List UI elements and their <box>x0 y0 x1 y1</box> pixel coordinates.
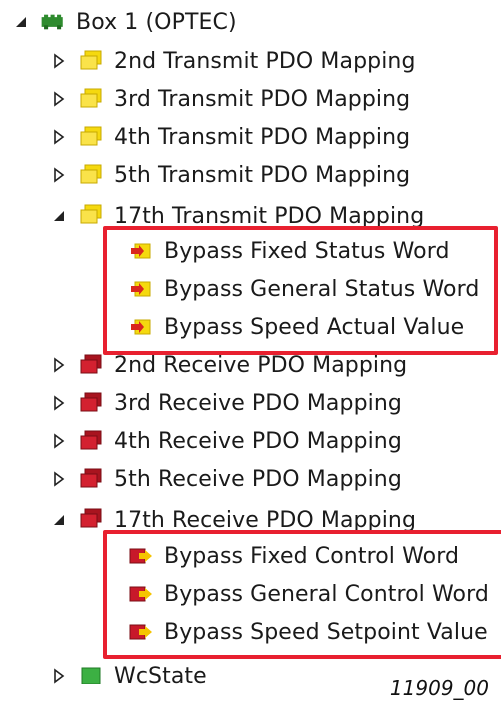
tree-leaf-label: Bypass Speed Setpoint Value <box>164 619 488 645</box>
tree-node-4th-receive-pdo[interactable]: 4th Receive PDO Mapping <box>48 423 402 459</box>
tree-leaf-bypass-general-status-word[interactable]: Bypass General Status Word <box>128 271 479 307</box>
io-tree-screenshot: { "tree": { "root": { "label": "Box 1 (O… <box>0 0 501 703</box>
tree-node-wcstate[interactable]: WcState <box>48 660 207 684</box>
tree-leaf-label: Bypass Fixed Control Word <box>164 543 460 569</box>
expand-arrow-icon[interactable] <box>48 392 70 414</box>
tree-node-5th-receive-pdo[interactable]: 5th Receive PDO Mapping <box>48 461 402 497</box>
tree-node-label: 4th Receive PDO Mapping <box>114 428 402 454</box>
tree-node-label: WcState <box>114 663 207 685</box>
tree-node-5th-transmit-pdo[interactable]: 5th Transmit PDO Mapping <box>48 157 410 193</box>
tree-node-label: 2nd Transmit PDO Mapping <box>114 48 416 74</box>
output-variable-icon <box>128 621 154 643</box>
tree-leaf-label: Bypass Fixed Status Word <box>164 238 450 264</box>
yellow-transmit-pdo-icon <box>78 126 104 148</box>
figure-id: 11909_00 <box>389 676 489 700</box>
expand-arrow-icon[interactable] <box>48 88 70 110</box>
red-receive-pdo-icon <box>78 508 104 530</box>
expand-arrow-icon[interactable] <box>48 468 70 490</box>
tree-leaf-label: Bypass Speed Actual Value <box>164 314 465 340</box>
expand-arrow-icon[interactable] <box>48 50 70 72</box>
output-variable-icon <box>128 545 154 567</box>
tree-leaf-bypass-fixed-control-word[interactable]: Bypass Fixed Control Word <box>128 538 459 574</box>
collapse-arrow-icon[interactable] <box>48 509 70 531</box>
tree-node-label: 5th Transmit PDO Mapping <box>114 162 411 188</box>
tree-node-label: 2nd Receive PDO Mapping <box>114 352 408 378</box>
tree-node-label: 17th Transmit PDO Mapping <box>114 204 425 228</box>
tree-leaf-bypass-fixed-status-word[interactable]: Bypass Fixed Status Word <box>128 233 450 269</box>
expand-arrow-icon[interactable] <box>48 164 70 186</box>
tree-node-4th-transmit-pdo[interactable]: 4th Transmit PDO Mapping <box>48 119 410 155</box>
tree-node-2nd-transmit-pdo[interactable]: 2nd Transmit PDO Mapping <box>48 43 416 79</box>
yellow-transmit-pdo-icon <box>78 88 104 110</box>
tree-leaf-bypass-general-control-word[interactable]: Bypass General Control Word <box>128 576 489 612</box>
red-receive-pdo-icon <box>78 430 104 452</box>
red-receive-pdo-icon <box>78 354 104 376</box>
tree-node-2nd-receive-pdo[interactable]: 2nd Receive PDO Mapping <box>48 347 407 383</box>
green-box-icon <box>40 11 66 33</box>
expand-arrow-icon[interactable] <box>48 665 70 684</box>
input-variable-icon <box>128 316 154 338</box>
tree-leaf-bypass-speed-setpoint-value[interactable]: Bypass Speed Setpoint Value <box>128 614 488 650</box>
tree-node-label: 3rd Transmit PDO Mapping <box>114 86 411 112</box>
input-variable-icon <box>128 240 154 262</box>
tree-node-label: Box 1 (OPTEC) <box>76 9 237 35</box>
tree-node-3rd-transmit-pdo[interactable]: 3rd Transmit PDO Mapping <box>48 81 410 117</box>
output-variable-icon <box>128 583 154 605</box>
tree-leaf-label: Bypass General Status Word <box>164 276 480 302</box>
tree-node-label: 3rd Receive PDO Mapping <box>114 390 402 416</box>
collapse-arrow-icon[interactable] <box>48 205 70 227</box>
tree-node-label: 5th Receive PDO Mapping <box>114 466 402 492</box>
tree-leaf-label: Bypass General Control Word <box>164 581 489 607</box>
tree-node-box1[interactable]: Box 1 (OPTEC) <box>10 4 237 40</box>
tree-node-17th-receive-pdo[interactable]: 17th Receive PDO Mapping <box>48 508 416 532</box>
tree-node-3rd-receive-pdo[interactable]: 3rd Receive PDO Mapping <box>48 385 402 421</box>
tree-leaf-bypass-speed-actual-value[interactable]: Bypass Speed Actual Value <box>128 309 464 345</box>
red-receive-pdo-icon <box>78 468 104 490</box>
yellow-transmit-pdo-icon <box>78 204 104 226</box>
tree-node-17th-transmit-pdo[interactable]: 17th Transmit PDO Mapping <box>48 204 424 228</box>
expand-arrow-icon[interactable] <box>48 354 70 376</box>
green-wcstate-icon <box>78 665 104 684</box>
expand-arrow-icon[interactable] <box>48 126 70 148</box>
tree-node-label: 17th Receive PDO Mapping <box>114 508 417 532</box>
collapse-arrow-icon[interactable] <box>10 11 32 33</box>
expand-arrow-icon[interactable] <box>48 430 70 452</box>
yellow-transmit-pdo-icon <box>78 164 104 186</box>
tree-node-label: 4th Transmit PDO Mapping <box>114 124 411 150</box>
yellow-transmit-pdo-icon <box>78 50 104 72</box>
input-variable-icon <box>128 278 154 300</box>
red-receive-pdo-icon <box>78 392 104 414</box>
